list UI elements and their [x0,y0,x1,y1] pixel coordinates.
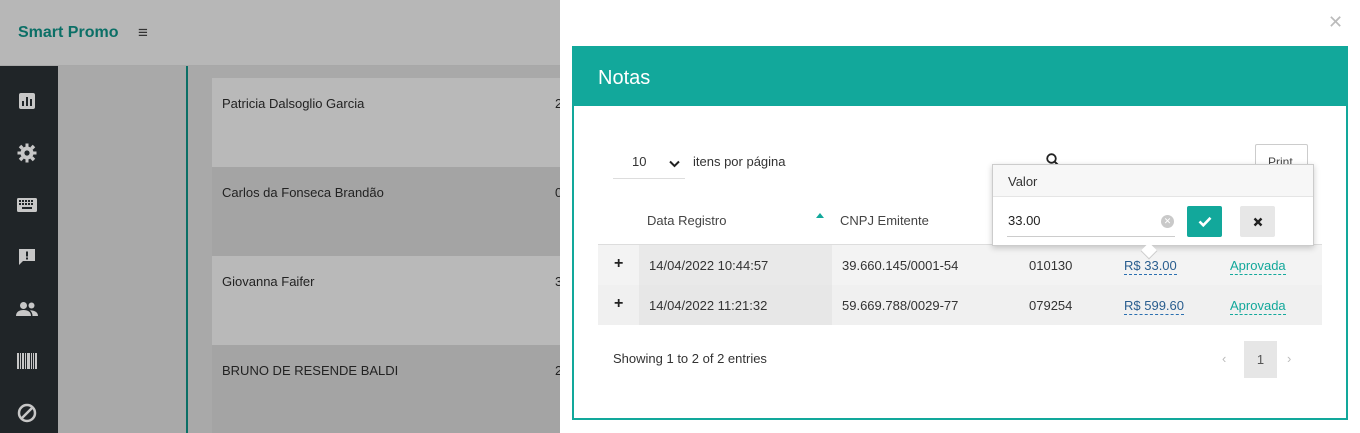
brand-title: Smart Promo [18,24,119,41]
table-row: + 14/04/2022 10:44:57 39.660.145/0001-54… [598,244,1322,285]
list-item[interactable]: BRUNO DE RESENDE BALDI 2 [212,345,562,433]
accent-divider [186,66,188,433]
per-page-value: 10 [632,154,647,169]
cell-data-registro: 14/04/2022 10:44:57 [649,258,769,273]
confirm-button[interactable] [1187,206,1222,237]
cell-numero: 079254 [1029,298,1073,313]
close-icon[interactable]: ✕ [1328,13,1343,31]
popover-header: Valor [993,165,1313,197]
cell-valor-editable[interactable]: R$ 33.00 [1124,258,1177,275]
close-icon [1253,217,1262,226]
hamburger-icon[interactable]: ≡ [138,24,148,41]
keyboard-icon[interactable] [16,194,38,216]
modal-title: Notas [598,67,651,89]
cell-numero: 010130 [1029,258,1073,273]
pagination-prev[interactable]: ‹ [1222,351,1226,366]
entries-info: Showing 1 to 2 of 2 entries [613,351,767,366]
per-page-select[interactable]: 10 [613,143,685,179]
list-item[interactable]: Patricia Dalsoglio Garcia 2 [212,78,562,167]
sort-ascending-icon[interactable] [816,213,824,218]
valor-input[interactable] [1007,205,1175,237]
cell-status-editable[interactable]: Aprovada [1230,298,1286,315]
cell-status-editable[interactable]: Aprovada [1230,258,1286,275]
modal-header: Notas [574,48,1346,106]
list-item-name: Carlos da Fonseca Brandão [222,185,384,200]
popover-title: Valor [1008,174,1038,189]
alert-message-icon[interactable] [16,246,38,268]
barcode-icon[interactable] [16,350,38,372]
check-icon [1198,216,1211,227]
cell-cnpj: 39.660.145/0001-54 [842,258,959,273]
block-icon[interactable] [16,402,38,424]
cancel-button[interactable] [1240,206,1275,237]
table-row: + 14/04/2022 11:21:32 59.669.788/0029-77… [598,285,1322,325]
expand-row-icon[interactable]: + [614,295,623,313]
list-item[interactable]: Giovanna Faifer 3 [212,256,562,345]
per-page-label: itens por página [693,154,786,169]
list-item[interactable]: Carlos da Fonseca Brandão 0 [212,167,562,256]
column-header-data-registro[interactable]: Data Registro [647,213,726,228]
pagination-next[interactable]: › [1287,351,1291,366]
list-item-name: BRUNO DE RESENDE BALDI [222,363,399,378]
cell-valor-editable[interactable]: R$ 599.60 [1124,298,1184,315]
sidebar [0,66,58,433]
column-header-cnpj-emitente[interactable]: CNPJ Emitente [840,213,929,228]
expand-row-icon[interactable]: + [614,255,623,273]
users-icon[interactable] [16,298,38,320]
clear-input-icon[interactable]: ✕ [1161,215,1174,228]
chevron-down-icon [669,155,680,173]
list-item-name: Patricia Dalsoglio Garcia [222,96,365,111]
cell-data-registro: 14/04/2022 11:21:32 [649,298,768,313]
edit-valor-popover: Valor ✕ [992,164,1314,260]
cell-cnpj: 59.669.788/0029-77 [842,298,959,313]
chart-icon[interactable] [16,90,38,112]
gear-icon[interactable] [16,142,38,164]
list-item-name: Giovanna Faifer [222,274,315,289]
pagination-page-1[interactable]: 1 [1244,341,1277,378]
